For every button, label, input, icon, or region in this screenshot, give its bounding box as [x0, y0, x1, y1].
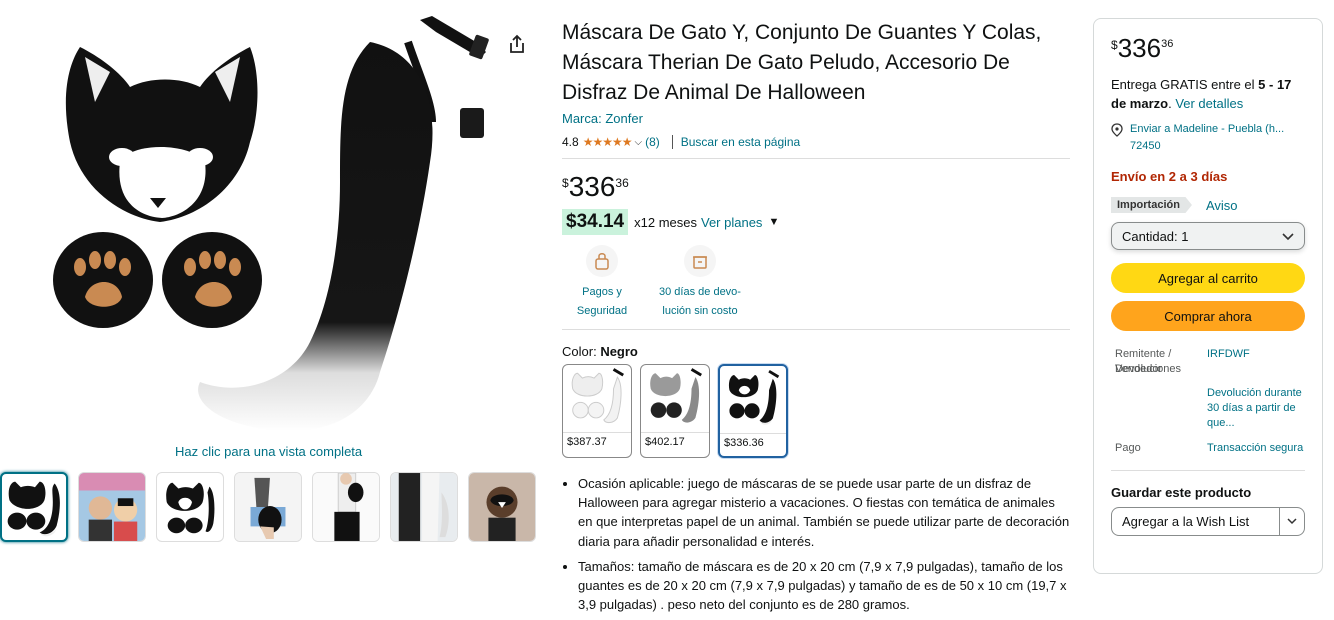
price-whole: 336: [568, 171, 616, 202]
thumbnail-strip: [0, 472, 536, 542]
wishlist-dropdown[interactable]: [1280, 508, 1304, 535]
brand-link[interactable]: Marca: Zonfer: [562, 111, 643, 126]
search-page-link[interactable]: Buscar en esta página: [681, 135, 800, 149]
feature-label: 30 días de devo-: [659, 286, 741, 298]
installment-row: $34.14 x12 meses Ver planes ▼: [562, 209, 1070, 235]
payment-lock-icon: [586, 245, 618, 277]
star-rating-icon[interactable]: ★★★★★: [583, 135, 633, 149]
image-gallery: Haz clic para una vista completa: [0, 0, 545, 620]
rating-row: 4.8 ★★★★★ ⌵ (8) Buscar en esta página: [562, 134, 1070, 150]
product-details: Máscara De Gato Y, Conjunto De Guantes Y…: [562, 18, 1070, 620]
feature-badges: Pagos y Seguridad 30 días de devo- lució…: [562, 245, 1070, 321]
thumbnail[interactable]: [0, 472, 68, 542]
seller-info: Remitente / Vendedor IRFDWF Devoluciones…: [1111, 347, 1305, 456]
save-product-title: Guardar este producto: [1111, 485, 1252, 500]
rating-value: 4.8: [562, 135, 579, 149]
installment-text: x12 meses: [634, 214, 697, 230]
product-price: $ 336 36: [562, 173, 1070, 205]
selected-color: Negro: [600, 344, 638, 359]
delivery-text: Entrega GRATIS entre el: [1111, 77, 1255, 92]
add-to-wishlist-button[interactable]: Agregar a la Wish List: [1112, 508, 1280, 535]
color-label-text: Color:: [562, 344, 597, 359]
divider: [1111, 470, 1305, 471]
buy-box: $ 336 36 Entrega GRATIS entre el 5 - 17 …: [1093, 18, 1323, 574]
thumbnail[interactable]: [312, 472, 380, 542]
price-symbol: $: [1111, 38, 1118, 52]
feature-bullets: Ocasión aplicable: juego de máscaras de …: [562, 474, 1070, 614]
divider: [562, 158, 1070, 159]
chevron-down-icon: [1282, 229, 1294, 244]
feature-label: Seguridad: [576, 305, 628, 317]
color-swatch-white[interactable]: $387.37: [562, 364, 632, 458]
chevron-down-icon[interactable]: ⌵: [634, 137, 642, 148]
returns-link[interactable]: Devolución durante 30 días a partir de q…: [1207, 386, 1305, 431]
seller-link[interactable]: IRFDWF: [1207, 347, 1305, 377]
returns-box-icon: [684, 245, 716, 277]
product-title: Máscara De Gato Y, Conjunto De Guantes Y…: [562, 21, 1042, 104]
swatch-price: $336.36: [724, 437, 764, 449]
free-returns-badge[interactable]: 30 días de devo- lución sin costo: [652, 245, 748, 321]
full-view-link[interactable]: Haz clic para una vista completa: [175, 444, 362, 459]
quantity-value: 1: [1181, 228, 1189, 244]
share-icon[interactable]: [506, 33, 528, 55]
thumbnail[interactable]: [156, 472, 224, 542]
feature-label: lución sin costo: [662, 305, 738, 317]
installment-amount: $34.14: [562, 209, 629, 235]
chevron-down-icon[interactable]: ▼: [768, 216, 779, 228]
bullet-item: Ocasión aplicable: juego de máscaras de …: [578, 474, 1070, 551]
divider: [671, 135, 673, 149]
thumbnail[interactable]: [390, 472, 458, 542]
returns-label: Devoluciones: [1115, 363, 1182, 375]
wishlist-control: Agregar a la Wish List: [1111, 507, 1305, 536]
main-product-image[interactable]: [40, 12, 510, 437]
buybox-price: $ 336 36: [1111, 35, 1305, 65]
fast-shipping-text: Envío en 2 a 3 días: [1111, 169, 1228, 184]
bullet-item: Tamaños: tamaño de máscara es de 20 x 20…: [578, 557, 1070, 615]
feature-label: Pagos y: [582, 286, 622, 298]
price-fraction: 36: [615, 176, 629, 190]
thumbnail[interactable]: [78, 472, 146, 542]
import-badge: Importación: [1111, 197, 1192, 213]
reviews-count-link[interactable]: (8): [645, 135, 660, 149]
quantity-select[interactable]: Cantidad: 1: [1111, 222, 1305, 250]
payment-link[interactable]: Transacción segura: [1207, 441, 1305, 456]
location-pin-icon: [1111, 123, 1124, 155]
delivery-details-link[interactable]: Ver detalles: [1175, 96, 1243, 111]
ship-to-text: Enviar a Madeline - Puebla (h... 72450: [1130, 123, 1285, 152]
ship-to-location[interactable]: Enviar a Madeline - Puebla (h... 72450: [1111, 121, 1305, 155]
view-plans-link[interactable]: Ver planes: [701, 215, 762, 230]
color-swatch-black[interactable]: $336.36: [718, 364, 788, 458]
price-symbol: $: [562, 176, 569, 190]
thumbnail[interactable]: [468, 472, 536, 542]
thumbnail[interactable]: [234, 472, 302, 542]
quantity-label: Cantidad:: [1122, 228, 1178, 244]
add-to-cart-button[interactable]: Agregar al carrito: [1111, 263, 1305, 293]
price-whole: 336: [1117, 33, 1162, 63]
import-row: Importación Aviso: [1111, 197, 1305, 213]
chevron-down-icon: [1287, 518, 1297, 525]
import-notice-link[interactable]: Aviso: [1206, 198, 1238, 213]
payment-label: Pago: [1115, 442, 1141, 454]
divider: [562, 329, 1070, 330]
swatch-price: $387.37: [567, 436, 607, 448]
delivery-info: Entrega GRATIS entre el 5 - 17 de marzo.…: [1111, 77, 1292, 111]
color-swatches: $387.37 $402.17 $336.36: [562, 364, 1070, 458]
color-swatch-gray[interactable]: $402.17: [640, 364, 710, 458]
secure-payment-badge[interactable]: Pagos y Seguridad: [562, 245, 642, 321]
price-fraction: 36: [1161, 38, 1174, 50]
color-label: Color: Negro: [562, 344, 1070, 359]
swatch-price: $402.17: [645, 436, 685, 448]
buy-now-button[interactable]: Comprar ahora: [1111, 301, 1305, 331]
